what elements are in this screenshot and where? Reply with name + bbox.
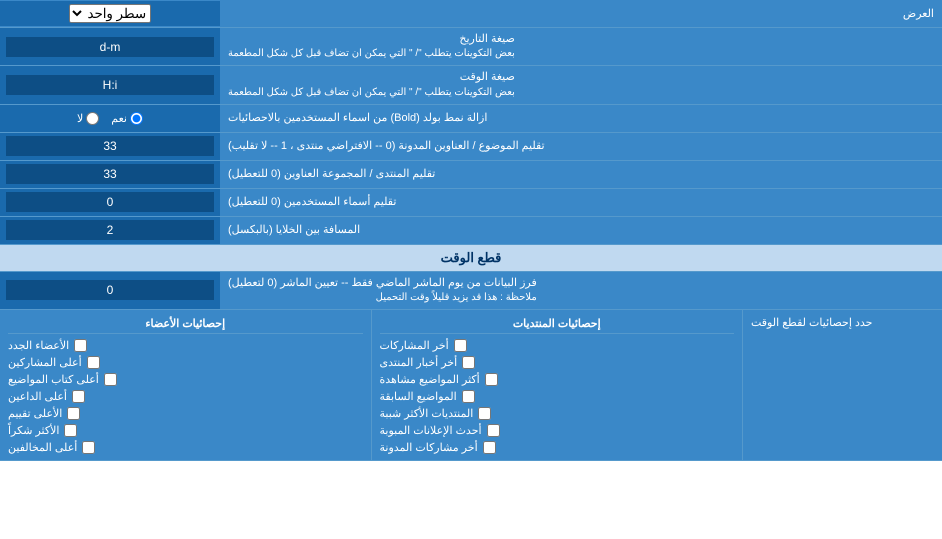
radio-no-label[interactable]: لا [77,112,99,125]
cb-item: أعلى كتاب المواضيع [8,371,363,388]
time-format-input[interactable] [6,75,214,95]
cb-new-members[interactable] [74,339,87,352]
cb-most-thanked[interactable] [64,424,77,437]
date-format-label: صيغة التاريخ بعض التكوينات يتطلب "/ " ال… [220,28,942,65]
bold-radio-cell[interactable]: نعم لا [0,105,220,132]
cb-forum-news[interactable] [462,356,475,369]
top-select-cell[interactable]: سطر واحدسطرينثلاثة أسطر [0,1,220,26]
cb-top-posters[interactable] [87,356,100,369]
forum-titles-label: تقليم المنتدى / المجموعة العناوين (0 للت… [220,161,942,188]
cb-item: أخر المشاركات [380,337,735,354]
cutoff-label: فرز البيانات من يوم الماشر الماضي فقط --… [220,272,942,309]
time-format-label: صيغة الوقت بعض التكوينات يتطلب "/ " التي… [220,66,942,103]
gap-input-cell[interactable] [0,217,220,244]
cutoff-row: فرز البيانات من يوم الماشر الماضي فقط --… [0,272,942,310]
forum-titles-input-cell[interactable] [0,161,220,188]
gap-row: المسافة بين الخلايا (بالبكسل) [0,217,942,245]
cb-top-rated[interactable] [67,407,80,420]
date-format-row: صيغة التاريخ بعض التكوينات يتطلب "/ " ال… [0,28,942,66]
cb-top-violators[interactable] [82,441,95,454]
time-format-input-cell[interactable] [0,66,220,103]
date-format-input[interactable] [6,37,214,57]
cb-item: أحدث الإعلانات المبوبة [380,422,735,439]
forum-titles-input[interactable] [6,164,214,184]
cb-last-posts[interactable] [454,339,467,352]
cb-top-authors[interactable] [104,373,117,386]
cb-item: الأعلى تقييم [8,405,363,422]
cb-item: الأكثر شكراً [8,422,363,439]
cutoff-input-cell[interactable] [0,272,220,309]
cb-prev-topics[interactable] [462,390,475,403]
usernames-label: تقليم أسماء المستخدمين (0 للتعطيل) [220,189,942,216]
cb-top-inviters[interactable] [72,390,85,403]
limit-label: حدد إحصائيات لقطع الوقت [742,310,942,460]
cb-item: المواضيع السابقة [380,388,735,405]
cb-most-viewed[interactable] [485,373,498,386]
cb-item: المنتديات الأكثر شببة [380,405,735,422]
usernames-input-cell[interactable] [0,189,220,216]
member-stats-col: إحصائيات الأعضاء الأعضاء الجدد أعلى المش… [0,310,371,460]
topics-titles-label: تقليم الموضوع / العناوين المدونة (0 -- ا… [220,133,942,160]
cutoff-input[interactable] [6,280,214,300]
display-select[interactable]: سطر واحدسطرينثلاثة أسطر [69,4,151,23]
top-label: العرض [220,3,942,24]
section-header: قطع الوقت [0,245,942,272]
cb-item: أعلى المشاركين [8,354,363,371]
bold-radio-row: ازالة نمط بولد (Bold) من اسماء المستخدمي… [0,105,942,133]
cb-most-similar[interactable] [478,407,491,420]
limit-checkboxes-container: حدد إحصائيات لقطع الوقت إحصائيات المنتدي… [0,310,942,461]
cb-item: أكثر المواضيع مشاهدة [380,371,735,388]
usernames-row: تقليم أسماء المستخدمين (0 للتعطيل) [0,189,942,217]
bold-label: ازالة نمط بولد (Bold) من اسماء المستخدمي… [220,105,942,132]
cb-last-blog-posts[interactable] [483,441,496,454]
time-format-row: صيغة الوقت بعض التكوينات يتطلب "/ " التي… [0,66,942,104]
topics-titles-input-cell[interactable] [0,133,220,160]
gap-input[interactable] [6,220,214,240]
gap-label: المسافة بين الخلايا (بالبكسل) [220,217,942,244]
forum-stats-col: إحصائيات المنتديات أخر المشاركات أخر أخب… [371,310,743,460]
cb-item: أخر أخبار المنتدى [380,354,735,371]
member-stats-header: إحصائيات الأعضاء [8,314,363,334]
cb-item: أعلى الداعين [8,388,363,405]
cb-latest-ads[interactable] [487,424,500,437]
radio-yes[interactable] [130,112,143,125]
top-row: العرض سطر واحدسطرينثلاثة أسطر [0,0,942,28]
topics-titles-row: تقليم الموضوع / العناوين المدونة (0 -- ا… [0,133,942,161]
cb-item: الأعضاء الجدد [8,337,363,354]
topics-titles-input[interactable] [6,136,214,156]
cb-item: أعلى المخالفين [8,439,363,456]
radio-yes-label[interactable]: نعم [111,112,143,125]
forum-titles-row: تقليم المنتدى / المجموعة العناوين (0 للت… [0,161,942,189]
usernames-input[interactable] [6,192,214,212]
date-format-input-cell[interactable] [0,28,220,65]
forum-stats-header: إحصائيات المنتديات [380,314,735,334]
cb-item: أخر مشاركات المدونة [380,439,735,456]
radio-no[interactable] [86,112,99,125]
